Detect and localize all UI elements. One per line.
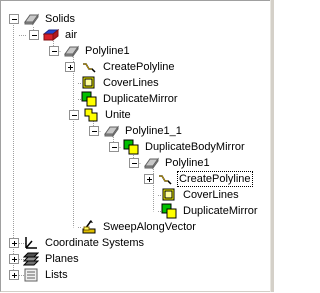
tree-row-lists: Lists [1,267,273,283]
gray-solid-icon [143,155,159,171]
collapse-toggle[interactable] [29,30,39,40]
tree-node-duplicate-body-mirror[interactable]: DuplicateBodyMirror [123,139,247,155]
tree-label: Coordinate Systems [45,237,145,249]
tree-node-air[interactable]: air [43,27,79,43]
tree-label: Polyline1 [165,157,210,169]
tree-node-planes[interactable]: Planes [23,251,81,267]
cover-lines-icon [81,75,97,91]
expand-toggle[interactable] [144,174,154,184]
polyline-icon [81,59,97,75]
tree-row-planes: Planes [1,251,273,267]
gray-solid-icon [63,43,79,59]
tree-label: Unite [105,109,131,121]
expand-toggle[interactable] [9,270,19,280]
cover-lines-icon [161,187,177,203]
tree-node-unite[interactable]: Unite [83,107,133,123]
collapse-toggle[interactable] [109,142,119,152]
tree-row-unite: Unite [1,107,273,123]
list-icon [23,267,39,283]
tree-node-polyline1-inner[interactable]: Polyline1 [143,155,212,171]
expand-toggle[interactable] [65,62,75,72]
tree-label: Planes [45,253,79,265]
expand-toggle[interactable] [9,254,19,264]
tree-label: DuplicateMirror [103,93,178,105]
tree-node-create-polyline[interactable]: CreatePolyline [81,59,177,75]
axes-icon [23,235,39,251]
collapse-toggle[interactable] [89,126,99,136]
tree-node-cover-lines-inner[interactable]: CoverLines [161,187,241,203]
tree-row-polyline1-inner: Polyline1 [1,155,273,171]
tree-node-polyline1-1[interactable]: Polyline1_1 [103,123,184,139]
red-solid-icon [43,27,59,43]
polyline-icon [157,171,173,187]
tree-view-panel: Solids air Polyline1 CreatePolyline Cove… [0,0,274,292]
duplicate-mirror-icon [161,203,177,219]
tree-node-duplicate-mirror-inner[interactable]: DuplicateMirror [161,203,260,219]
tree-label-selected: CreatePolyline [177,171,253,187]
expand-toggle[interactable] [9,238,19,248]
tree-row-air: air [1,27,273,43]
tree-label: CoverLines [183,189,239,201]
tree-row-polyline1: Polyline1 [1,43,273,59]
tree-row-create-polyline-inner: CreatePolyline [1,171,273,187]
planes-icon [23,251,39,267]
tree-row-duplicate-body-mirror: DuplicateBodyMirror [1,139,273,155]
tree-label: SweepAlongVector [103,221,196,233]
tree-node-solids[interactable]: Solids [23,11,77,27]
tree-node-lists[interactable]: Lists [23,267,70,283]
collapse-toggle[interactable] [69,110,79,120]
tree-row-cover-lines: CoverLines [1,75,273,91]
collapse-toggle[interactable] [9,14,19,24]
tree-row-sweep-along-vector: SweepAlongVector [1,219,273,235]
tree-label: Lists [45,269,68,281]
tree-label: Polyline1 [85,45,130,57]
tree-node-cover-lines[interactable]: CoverLines [81,75,161,91]
tree-row-duplicate-mirror-inner: DuplicateMirror [1,203,273,219]
tree-label: CreatePolyline [103,61,175,73]
tree-label: DuplicateMirror [183,205,258,217]
duplicate-mirror-icon [81,91,97,107]
gray-solid-icon [103,123,119,139]
unite-icon [83,107,99,123]
scrollbar-edge[interactable] [270,0,274,292]
tree-label: CoverLines [103,77,159,89]
collapse-toggle[interactable] [49,46,59,56]
collapse-toggle[interactable] [129,158,139,168]
tree-row-duplicate-mirror: DuplicateMirror [1,91,273,107]
tree-row-solids: Solids [1,11,273,27]
duplicate-mirror-icon [123,139,139,155]
gray-solid-icon [23,11,39,27]
tree-node-coordinate-systems[interactable]: Coordinate Systems [23,235,146,251]
tree-row-cover-lines-inner: CoverLines [1,187,273,203]
tree-row-polyline1-1: Polyline1_1 [1,123,273,139]
tree-row-create-polyline: CreatePolyline [1,59,273,75]
tree-label: air [65,29,78,41]
tree-node-create-polyline-inner[interactable]: CreatePolyline [157,171,253,187]
sweep-icon [81,219,97,235]
tree-node-sweep-along-vector[interactable]: SweepAlongVector [81,219,198,235]
tree-label: Polyline1_1 [125,125,182,137]
tree-node-duplicate-mirror[interactable]: DuplicateMirror [81,91,180,107]
tree-label: DuplicateBodyMirror [145,141,245,153]
tree-node-polyline1[interactable]: Polyline1 [63,43,132,59]
tree-row-coordinate-systems: Coordinate Systems [1,235,273,251]
tree-label: Solids [45,13,75,25]
